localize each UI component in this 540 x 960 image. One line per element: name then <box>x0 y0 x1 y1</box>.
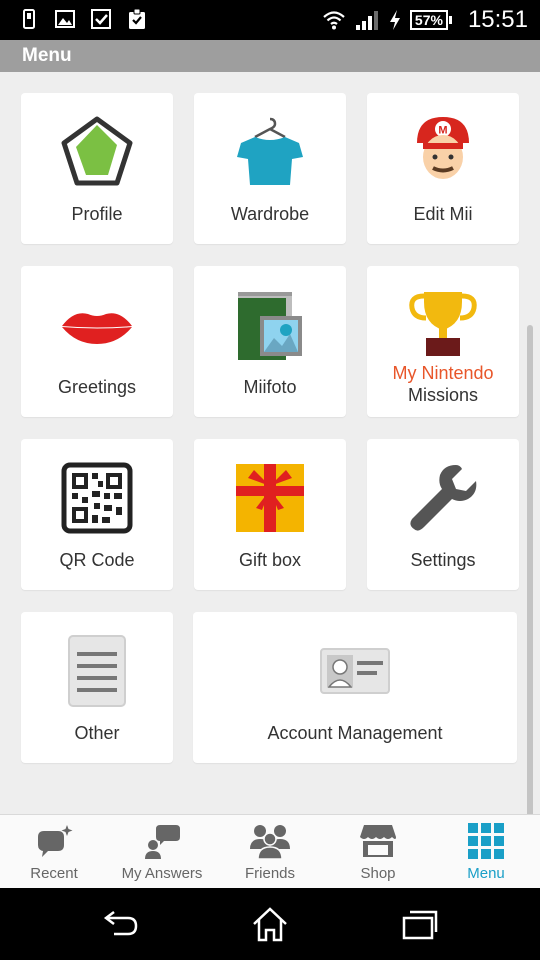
tab-label: Friends <box>244 865 296 882</box>
wardrobe-tile[interactable]: Wardrobe <box>194 93 346 244</box>
tile-label: QR Code <box>59 550 135 570</box>
gift-box-icon <box>236 464 304 532</box>
tile-label: Profile <box>71 204 123 224</box>
grid-menu-icon <box>468 823 504 859</box>
miifoto-tile[interactable]: Miifoto <box>194 266 346 417</box>
photo-book-icon <box>238 292 302 360</box>
gift-box-tile[interactable]: Gift box <box>194 439 346 590</box>
tile-label: Other <box>74 723 120 743</box>
charging-bolt-icon <box>389 10 400 30</box>
signal-icon <box>355 11 378 30</box>
home-icon[interactable] <box>250 906 290 942</box>
recent-bubble-icon <box>38 825 73 857</box>
tab-recent[interactable]: Recent <box>0 815 108 889</box>
menu-grid: Profile Wardrobe M Edit Mii Greetings Mi… <box>0 72 540 877</box>
tile-label: Greetings <box>57 377 137 397</box>
shirt-hanger-icon <box>237 117 303 185</box>
account-management-tile[interactable]: Account Management <box>193 612 517 763</box>
battery-percent: 57% <box>409 10 448 30</box>
recent-apps-icon[interactable] <box>400 906 440 942</box>
qr-code-tile[interactable]: QR Code <box>21 439 173 590</box>
other-tile[interactable]: Other <box>21 612 173 763</box>
clipboard-check-icon <box>129 8 145 29</box>
tile-label: Gift box <box>238 550 302 570</box>
tab-friends[interactable]: Friends <box>216 815 324 889</box>
shop-icon <box>360 825 396 857</box>
trophy-icon <box>409 292 477 356</box>
tile-label: Miifoto <box>243 377 297 397</box>
my-answers-icon <box>145 825 180 859</box>
tab-label: My Answers <box>121 865 203 882</box>
checkbox-icon <box>91 9 111 29</box>
scrollbar[interactable] <box>527 325 533 877</box>
system-nav-bar <box>0 888 540 960</box>
tab-label: Shop <box>360 865 396 882</box>
id-card-icon <box>320 648 390 694</box>
svg-text:M: M <box>438 125 447 137</box>
settings-tile[interactable]: Settings <box>367 439 519 590</box>
edit-mii-tile[interactable]: M Edit Mii <box>367 93 519 244</box>
wifi-icon <box>323 11 345 30</box>
profile-pentagon-icon <box>61 116 133 186</box>
bottom-tab-bar: Recent My Answers Friends Shop Menu <box>0 814 540 888</box>
document-icon <box>68 635 126 707</box>
tile-label-line2: Missions <box>407 385 478 405</box>
tab-label: Recent <box>30 865 78 882</box>
mii-face-icon: M <box>417 117 469 179</box>
clock: 15:51 <box>467 6 528 33</box>
qr-code-icon <box>61 462 133 534</box>
wrench-icon <box>410 465 477 531</box>
lips-icon <box>62 313 132 344</box>
tile-label: Account Management <box>267 723 443 743</box>
tile-label: Edit Mii <box>413 204 473 224</box>
my-nintendo-missions-tile[interactable]: My Nintendo Missions <box>367 266 519 417</box>
tab-shop[interactable]: Shop <box>324 815 432 889</box>
phone-storage-icon <box>23 9 35 29</box>
friends-icon <box>250 825 290 859</box>
back-icon[interactable] <box>100 906 140 942</box>
tab-menu[interactable]: Menu <box>432 815 540 889</box>
tile-label: Wardrobe <box>230 204 310 224</box>
profile-tile[interactable]: Profile <box>21 93 173 244</box>
page-title: Menu <box>0 40 540 72</box>
tab-label: Menu <box>467 865 505 882</box>
status-bar: 57% 15:51 <box>0 0 540 40</box>
greetings-tile[interactable]: Greetings <box>21 266 173 417</box>
tile-label-line1: My Nintendo <box>392 363 494 383</box>
tile-label: Settings <box>410 550 476 570</box>
battery-indicator: 57% <box>409 10 452 30</box>
image-icon <box>55 10 75 28</box>
tab-my-answers[interactable]: My Answers <box>108 815 216 889</box>
